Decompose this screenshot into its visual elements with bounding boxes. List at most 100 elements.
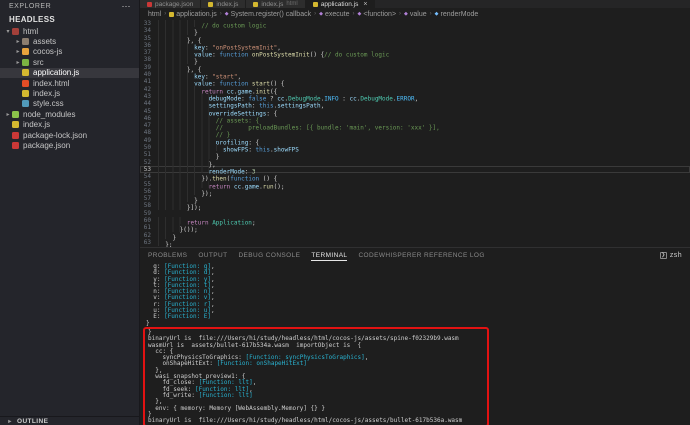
indent-guides	[158, 137, 216, 144]
panel-tab-debug-console[interactable]: DEBUG CONSOLE	[238, 250, 300, 261]
line-number: 43	[140, 93, 158, 100]
sidebar-item-application-js[interactable]: application.js	[0, 68, 139, 78]
explorer-more-actions-icon[interactable]: ⋯	[122, 1, 132, 12]
line-number: 45	[140, 108, 158, 115]
text-token: game	[245, 183, 259, 190]
breadcrumb-label: execute	[325, 11, 350, 18]
sidebar-item-node-modules[interactable]: ▸node_modules	[0, 109, 139, 119]
text-token: // do custom logic	[201, 22, 266, 29]
breadcrumb-label: application.js	[176, 11, 216, 18]
tab-index-js[interactable]: index.js	[201, 0, 246, 8]
line-number: 51	[140, 151, 158, 158]
line-number: 60	[140, 217, 158, 224]
indent-guides	[158, 71, 194, 78]
file-icon	[22, 80, 29, 87]
terminal-output[interactable]: g: [Function: g], d: [Function: d], y: […	[140, 262, 690, 425]
sidebar-item-package-lock-json[interactable]: package-lock.json	[0, 130, 139, 140]
file-type-icon	[147, 2, 152, 7]
terminal-log-block: g: [Function: g], d: [Function: d], y: […	[146, 264, 690, 327]
symbol-method-icon: ◆	[404, 11, 408, 17]
code-content: }());	[158, 224, 198, 231]
sidebar-item-package-json[interactable]: package.json	[0, 140, 139, 150]
tab-package-json[interactable]: package.json	[140, 0, 201, 8]
breadcrumb-item[interactable]: ◆value	[404, 11, 427, 18]
code-content: settingsPath: this.settingsPath,	[158, 100, 324, 107]
close-icon[interactable]: ×	[363, 1, 367, 8]
text-token: }	[172, 234, 176, 241]
text-token: ERROR	[397, 95, 415, 102]
text-token: }	[146, 320, 150, 327]
file-tree: ▾ html▸assets▸cocos-js▸srcapplication.js i…	[0, 26, 139, 151]
indent-guides	[158, 56, 194, 63]
indent-guides	[158, 224, 180, 231]
text-token: [Function: E]	[164, 313, 211, 320]
chevron-down-icon: ▾	[4, 28, 12, 35]
indent-guides	[158, 217, 187, 224]
file-icon	[12, 121, 19, 128]
tab-index-js[interactable]: index.jshtml	[246, 0, 305, 8]
breadcrumb-item[interactable]: html	[148, 11, 161, 18]
text-token: ;	[252, 219, 256, 226]
sidebar-item-style-css[interactable]: style.css	[0, 99, 139, 109]
code-content: // do custom logic	[158, 20, 266, 27]
outline-section-header[interactable]: ▸ OUTLINE	[0, 416, 139, 425]
panel-tab-terminal[interactable]: TERMINAL	[311, 250, 347, 261]
text-token: onPostSystemInit	[252, 51, 310, 58]
panel-tab-bar: PROBLEMS OUTPUT DEBUG CONSOLE TERMINAL CODEW…	[140, 248, 690, 262]
breadcrumb-item[interactable]: ◆System.register() callback	[225, 11, 311, 18]
terminal-shell-picker[interactable]: ❯zsh	[660, 252, 682, 259]
sidebar-item-src[interactable]: ▸src	[0, 57, 139, 67]
file-label: html	[23, 27, 38, 36]
breadcrumb-item[interactable]: application.js	[169, 11, 216, 18]
indent-guides	[158, 129, 216, 136]
file-label: index.html	[33, 79, 69, 88]
text-token: :	[248, 146, 255, 153]
tab-application-js[interactable]: application.js×	[306, 0, 376, 8]
line-number: 46	[140, 115, 158, 122]
code-content: }	[158, 232, 176, 239]
breadcrumb-item[interactable]: ◆renderMode	[435, 11, 479, 18]
sidebar-item-html[interactable]: ▾ html	[0, 26, 139, 36]
text-token: function	[219, 51, 252, 58]
code-content: value: function onPostSystemInit() {// d…	[158, 49, 389, 56]
code-line: 54}).then(function () {	[140, 173, 690, 180]
code-content: }, {	[158, 64, 201, 71]
line-number: 48	[140, 129, 158, 136]
chevron-right-icon: ▸	[14, 48, 22, 55]
sidebar-item-index-html[interactable]: index.html	[0, 78, 139, 88]
code-line: 55return cc.game.run();	[140, 181, 690, 188]
code-content: // preloadBundles: [{ bundle: 'main', ve…	[158, 122, 440, 129]
sidebar-item-assets[interactable]: ▸assets	[0, 36, 139, 46]
text-token: INFO	[324, 95, 338, 102]
editor-tab-bar: package.jsonindex.jsindex.jshtmlapplicat…	[140, 0, 690, 8]
code-content: key: "onPostSystemInit",	[158, 42, 281, 49]
code-content: });	[158, 188, 212, 195]
code-content: };	[158, 239, 172, 246]
folder-icon	[12, 111, 19, 118]
line-number: 36	[140, 42, 158, 49]
indent-guides	[158, 64, 187, 71]
panel-tab-codewhisperer-reference-log[interactable]: CODEWHISPERER REFERENCE LOG	[358, 250, 484, 261]
text-token: [Function: llt]	[199, 392, 253, 399]
sidebar-item-cocos-js[interactable]: ▸cocos-js	[0, 47, 139, 57]
line-number: 52	[140, 159, 158, 166]
code-line: 40key: "start",	[140, 71, 690, 78]
symbol-method-icon: ◆	[357, 11, 361, 17]
breadcrumb-item[interactable]: ◆execute	[319, 11, 349, 18]
folder-icon	[12, 28, 19, 35]
symbol-method-icon: ◆	[225, 11, 229, 17]
panel-tab-problems[interactable]: PROBLEMS	[148, 250, 187, 261]
code-content: }	[158, 151, 219, 158]
chevron-right-icon: ▸	[14, 38, 22, 45]
code-content: overrideSettings: {	[158, 108, 277, 115]
sidebar-item-index-js[interactable]: index.js	[0, 88, 139, 98]
text-token: showFPS	[274, 146, 299, 153]
line-number: 56	[140, 188, 158, 195]
code-editor[interactable]: 33// do custom logic34}35}, {36key: "onP…	[140, 20, 690, 247]
indent-guides	[158, 166, 209, 173]
workspace-section-header[interactable]: HEADLESS	[0, 13, 139, 26]
panel-tab-output[interactable]: OUTPUT	[198, 250, 227, 261]
sidebar-item-index-js[interactable]: index.js	[0, 120, 139, 130]
file-label: application.js	[33, 68, 79, 77]
breadcrumb-item[interactable]: ◆<function>	[357, 11, 396, 18]
